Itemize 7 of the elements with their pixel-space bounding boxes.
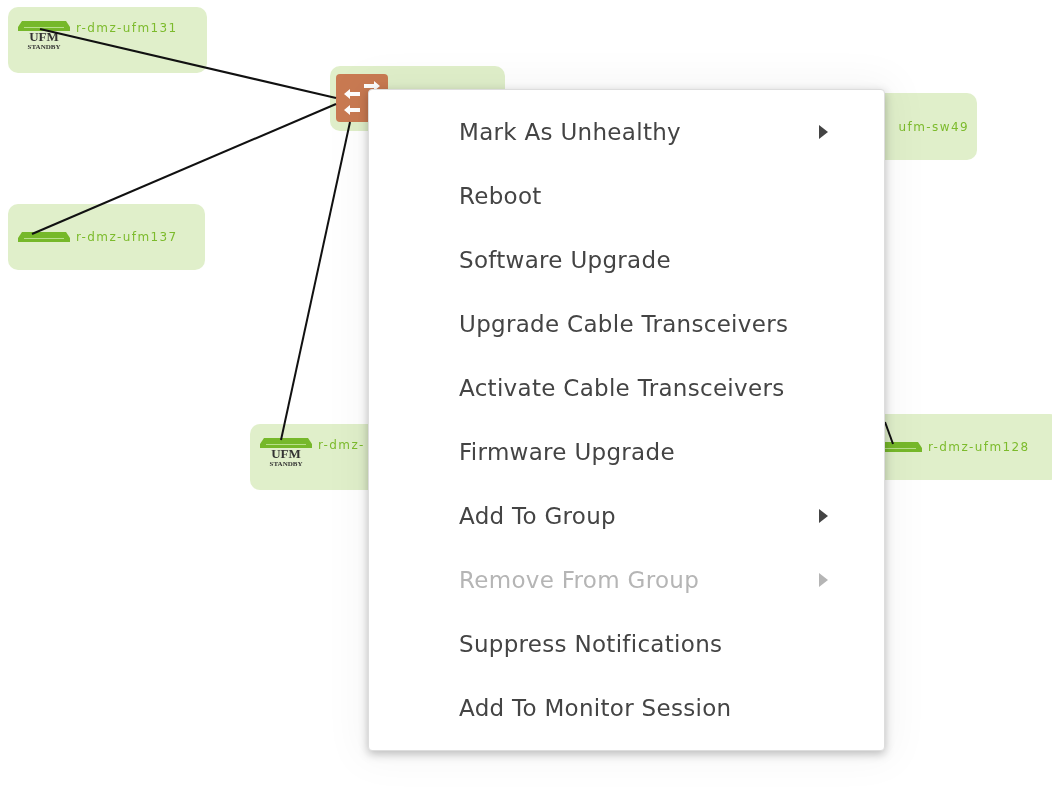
node-label: r-dmz-ufm131 <box>76 21 178 35</box>
node-label: r-dmz-ufm137 <box>76 230 178 244</box>
node-label: r-dmz-ufm128 <box>928 440 1030 454</box>
badge-title: UFM <box>271 448 301 460</box>
node-label: ufm-sw49 <box>898 119 969 134</box>
badge-title: UFM <box>29 31 59 43</box>
node-label: r-dmz- <box>318 438 365 452</box>
